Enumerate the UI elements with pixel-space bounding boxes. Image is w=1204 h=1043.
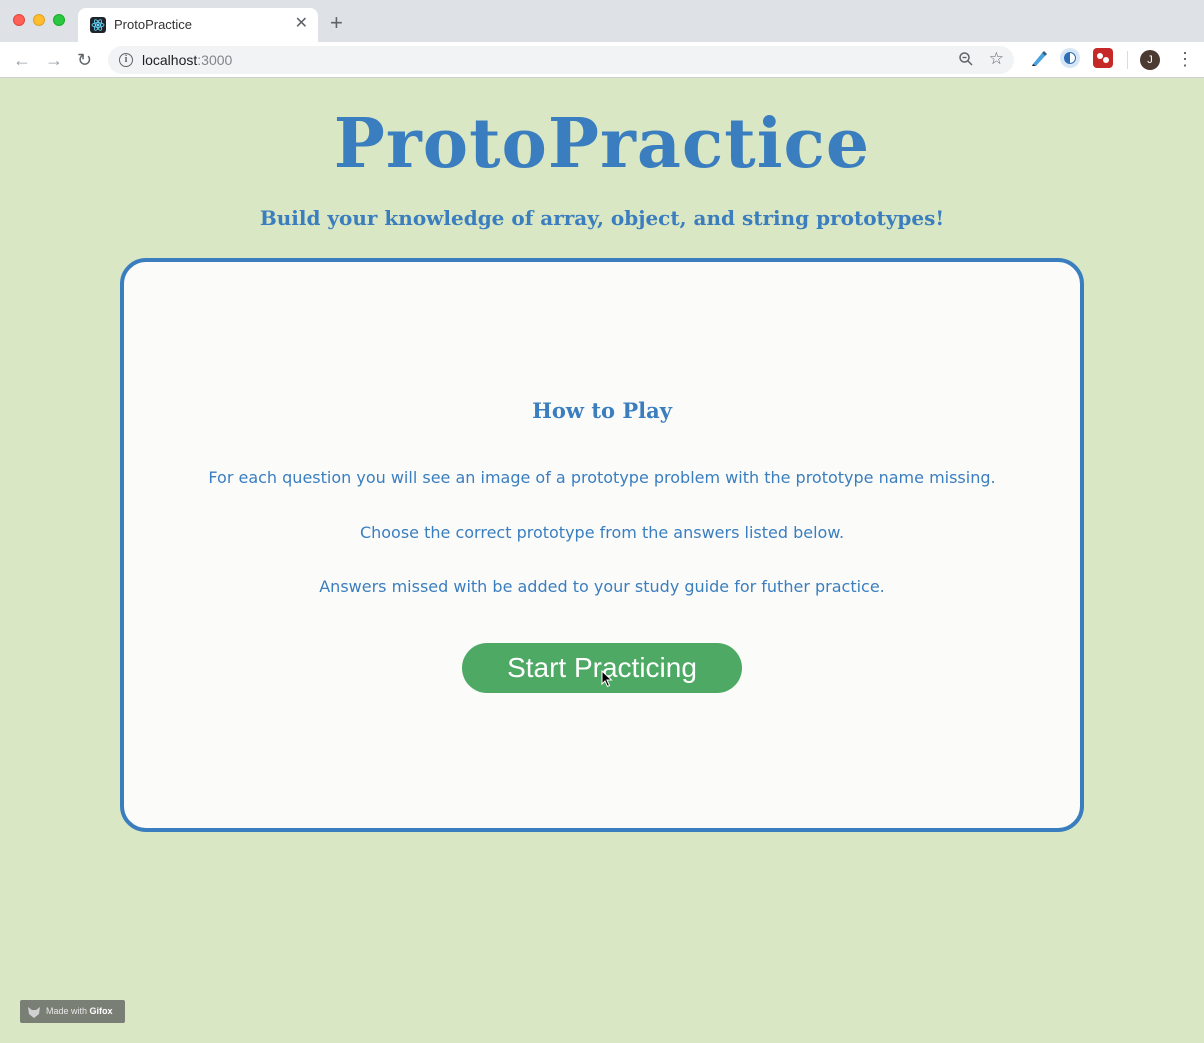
gifox-watermark: Made with Gifox: [20, 1000, 125, 1023]
watermark-prefix: Made with: [46, 1006, 90, 1016]
instruction-line: Choose the correct prototype from the an…: [359, 523, 845, 542]
browser-toolbar: ← → ↻ i localhost:3000 ☆: [0, 42, 1204, 78]
highlighter-extension-icon[interactable]: [1029, 48, 1049, 68]
how-to-play-heading: How to Play: [532, 398, 672, 423]
profile-avatar[interactable]: J: [1140, 50, 1160, 70]
instruction-line: Answers missed with be added to your stu…: [319, 577, 885, 596]
page-title: ProtoPractice: [333, 104, 871, 184]
bookmark-star-icon[interactable]: ☆: [989, 49, 1004, 69]
tab-title: ProtoPractice: [114, 17, 193, 32]
new-tab-button[interactable]: +: [330, 12, 343, 34]
fox-logo-icon: [27, 1005, 41, 1018]
how-to-play-card: How to Play For each question you will s…: [120, 258, 1084, 832]
maximize-window-button[interactable]: [53, 14, 65, 26]
close-window-button[interactable]: [13, 14, 25, 26]
url-text: localhost:3000: [142, 52, 232, 68]
mouse-cursor-icon: [601, 669, 613, 693]
url-host: localhost: [142, 52, 198, 68]
back-button[interactable]: ←: [13, 48, 31, 72]
zoom-icon[interactable]: [958, 51, 974, 71]
instruction-line: For each question you will see an image …: [208, 468, 996, 487]
toolbar-divider: [1127, 51, 1128, 69]
browser-menu-icon[interactable]: ⋮: [1176, 48, 1194, 70]
forward-button[interactable]: →: [45, 48, 63, 72]
minimize-window-button[interactable]: [33, 14, 45, 26]
extension-red-icon[interactable]: [1093, 48, 1113, 68]
browser-tabbar: ProtoPractice ✕ +: [0, 0, 1204, 42]
watermark-brand: Gifox: [89, 1006, 113, 1016]
address-bar[interactable]: i localhost:3000 ☆: [108, 46, 1014, 74]
close-tab-icon[interactable]: ✕: [295, 15, 308, 33]
extension-circle-icon[interactable]: [1060, 48, 1080, 68]
browser-tab[interactable]: ProtoPractice ✕: [78, 8, 318, 42]
reload-button[interactable]: ↻: [77, 48, 92, 72]
url-port: :3000: [197, 52, 233, 68]
page-subtitle: Build your knowledge of array, object, a…: [259, 206, 945, 230]
react-icon: [90, 17, 106, 33]
site-info-icon[interactable]: i: [119, 53, 133, 67]
